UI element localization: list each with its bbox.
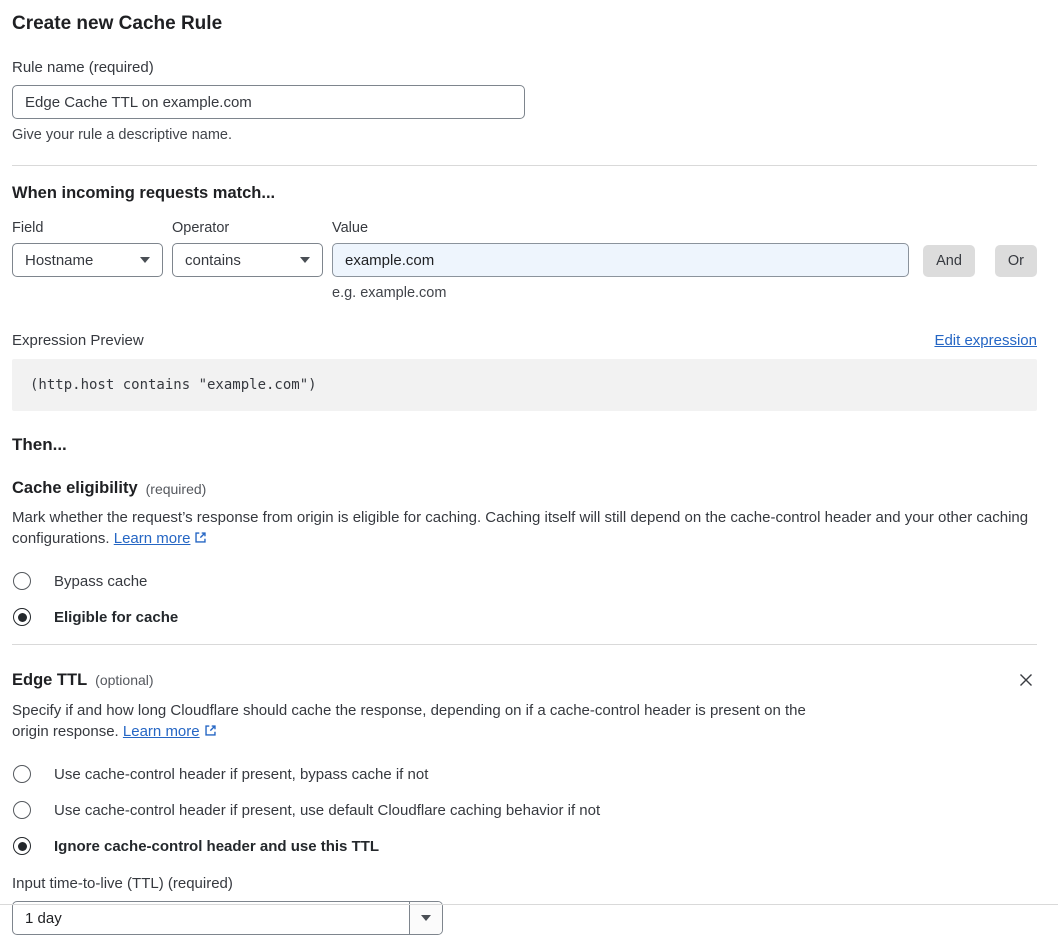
radio-bypass-cache[interactable]: Bypass cache (12, 572, 1037, 590)
rule-name-hint: Give your rule a descriptive name. (12, 127, 233, 143)
expression-code: (http.host contains "example.com") (12, 359, 1037, 411)
rule-name-block: Rule name (required) Give your rule a de… (12, 59, 1037, 143)
radio-ignore-header-use-ttl[interactable]: Ignore cache-control header and use this… (12, 837, 1037, 855)
divider (0, 904, 1058, 905)
chevron-down-icon (300, 257, 310, 263)
external-link-icon (195, 532, 207, 543)
radio-label: Use cache-control header if present, byp… (54, 765, 429, 783)
divider (12, 165, 1037, 166)
cache-eligibility-header: Cache eligibility (required) (12, 479, 1037, 498)
operator-select[interactable]: contains (172, 243, 323, 277)
cache-eligibility-title: Cache eligibility (12, 479, 138, 497)
learn-more-link[interactable]: Learn more (114, 530, 191, 547)
value-label: Value (332, 220, 369, 236)
operator-select-value: contains (185, 251, 241, 269)
radio-label: Bypass cache (54, 572, 148, 590)
ttl-label: Input time-to-live (TTL) (required) (12, 875, 233, 892)
operator-label: Operator (172, 220, 230, 236)
rule-name-label: Rule name (required) (12, 59, 154, 76)
match-heading: When incoming requests match... (12, 184, 276, 202)
radio-eligible-for-cache[interactable]: Eligible for cache (12, 608, 1037, 626)
page-title: Create new Cache Rule (12, 13, 223, 34)
edit-expression-link[interactable]: Edit expression (934, 332, 1037, 349)
expression-preview-label: Expression Preview (12, 332, 144, 349)
radio-icon (13, 837, 31, 855)
radio-icon (13, 572, 31, 590)
edge-ttl-header: Edge TTL (optional) (12, 669, 1037, 691)
radio-label: Eligible for cache (54, 608, 179, 626)
learn-more-link[interactable]: Learn more (123, 723, 200, 740)
cache-eligibility-badge: (required) (145, 480, 207, 497)
then-heading: Then... (12, 435, 67, 454)
edge-ttl-title: Edge TTL (12, 670, 88, 689)
value-hint: e.g. example.com (332, 285, 447, 301)
expression-preview-row: Expression Preview Edit expression (12, 332, 1037, 349)
radio-icon (13, 765, 31, 783)
cache-eligibility-description: Mark whether the request’s response from… (12, 507, 1037, 549)
radio-label: Use cache-control header if present, use… (54, 801, 601, 819)
edge-ttl-badge: (optional) (95, 672, 154, 688)
field-select[interactable]: Hostname (12, 243, 163, 277)
field-select-value: Hostname (25, 251, 94, 269)
value-input[interactable] (332, 243, 910, 277)
radio-use-header-default[interactable]: Use cache-control header if present, use… (12, 801, 1037, 819)
external-link-icon (204, 725, 216, 736)
cache-eligibility-options: Bypass cache Eligible for cache (12, 572, 1037, 626)
and-button[interactable]: And (923, 245, 975, 277)
edge-ttl-options: Use cache-control header if present, byp… (12, 765, 1037, 855)
radio-use-header-bypass[interactable]: Use cache-control header if present, byp… (12, 765, 1037, 783)
field-label: Field (12, 220, 44, 236)
radio-icon (13, 801, 31, 819)
match-row: Field Hostname Operator contains Value e… (12, 220, 1037, 301)
ttl-select-value: 1 day (25, 909, 62, 927)
ttl-block: Input time-to-live (TTL) (required) 1 da… (12, 875, 1037, 935)
rule-name-input[interactable] (12, 85, 525, 119)
ttl-select[interactable]: 1 day (12, 901, 443, 935)
edge-ttl-description: Specify if and how long Cloudflare shoul… (12, 700, 842, 742)
chevron-down-icon (140, 257, 150, 263)
radio-icon (13, 608, 31, 626)
close-icon[interactable] (1015, 669, 1037, 691)
or-button[interactable]: Or (994, 245, 1037, 277)
radio-label: Ignore cache-control header and use this… (54, 837, 380, 855)
chevron-down-icon[interactable] (409, 902, 442, 934)
divider (12, 644, 1037, 645)
